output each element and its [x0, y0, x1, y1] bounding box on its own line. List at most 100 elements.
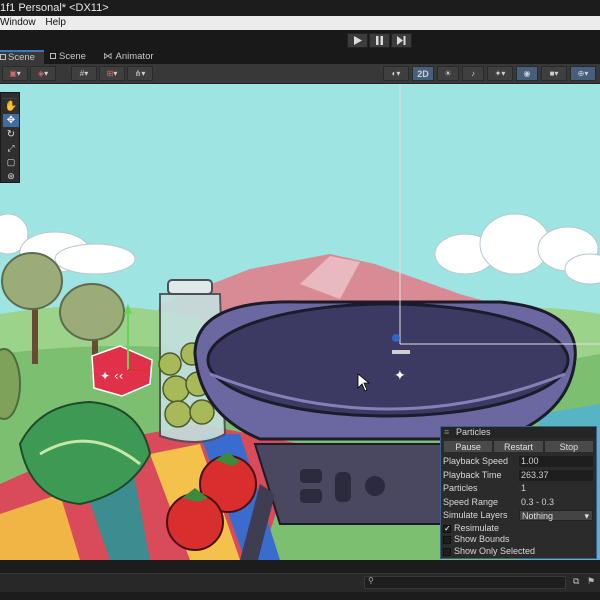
particles-count-value: 1 — [521, 483, 527, 493]
effects-icon: ✦ — [494, 69, 502, 78]
resimulate-checkbox[interactable]: ✓ — [443, 523, 451, 533]
search-icon: ⚲ — [368, 576, 374, 585]
transform-tool-button[interactable]: ⊛ — [3, 170, 19, 183]
play-button[interactable] — [347, 33, 368, 48]
tab-scene-active[interactable]: Scene — [0, 50, 44, 64]
particles-buttons: Pause Restart Stop — [443, 440, 594, 453]
play-controls-bar — [0, 30, 600, 50]
step-button[interactable] — [391, 33, 412, 48]
scene-toolbar: ▣ ▾ ◈ ▾ # ▾ ⊞ ▾ ⋔ ▾ ◐ ▾ 2D ☀ ♪ ✦ ▾ ◉ ■ ▾ ⊕ ▾ — [0, 64, 600, 84]
playback-speed-row: Playback Speed 1.00 — [441, 455, 596, 469]
pause-icon — [376, 36, 383, 45]
rect-tool-icon: ▢ — [6, 157, 16, 167]
draw-mode-dropdown[interactable]: ▣ ▾ — [2, 66, 28, 81]
chevron-down-icon: ▾ — [396, 69, 401, 78]
menu-help[interactable]: Help — [45, 16, 66, 30]
tool-palette: ✋ ✥ ↻ ⤢ ▢ ⊛ — [0, 92, 20, 183]
chevron-down-icon: ▾ — [501, 69, 506, 78]
project-toolbar: ⚲ ⧉ ⚑ — [0, 573, 600, 592]
rotate-tool-button[interactable]: ↻ — [3, 128, 19, 141]
audio-icon: ♪ — [471, 69, 475, 78]
chevron-down-icon: ▾ — [84, 69, 89, 78]
show-only-selected-label: Show Only Selected — [454, 545, 536, 556]
speed-range-value: 0.3 - 0.3 — [521, 496, 555, 507]
show-only-selected-row[interactable]: Show Only Selected — [441, 546, 596, 558]
align-icon: ⋔ — [134, 69, 142, 78]
light-icon: ☀ — [444, 69, 452, 78]
playback-time-field[interactable]: 263.37 — [519, 469, 593, 481]
svg-text:✦: ✦ — [394, 368, 406, 384]
particles-title-bar[interactable]: ≡ Particles — [441, 427, 596, 438]
resimulate-row[interactable]: ✓ Resimulate — [441, 523, 596, 535]
drag-handle-icon: ≡ — [444, 427, 450, 437]
chevron-down-icon: ▾ — [113, 69, 118, 78]
transform-tool-icon: ⊛ — [7, 171, 15, 181]
particles-title: Particles — [456, 427, 491, 437]
simulate-layers-label: Simulate Layers — [443, 510, 508, 520]
restart-particles-button[interactable]: Restart — [493, 440, 544, 453]
chevron-down-icon: ▾ — [44, 69, 49, 78]
play-icon — [354, 36, 362, 45]
scale-tool-icon: ⤢ — [7, 143, 15, 153]
simulate-layers-dropdown[interactable]: Nothing ▾ — [519, 510, 593, 521]
palette-grip[interactable] — [3, 93, 17, 99]
bottom-panel: ⚲ ⧉ ⚑ — [0, 560, 600, 600]
move-tool-icon: ✥ — [6, 115, 16, 126]
simulate-layers-row: Simulate Layers Nothing ▾ — [441, 509, 596, 523]
show-bounds-row[interactable]: Show Bounds — [441, 534, 596, 546]
speed-range-row: Speed Range 0.3 - 0.3 — [441, 496, 596, 510]
svg-text:✦ ‹‹: ✦ ‹‹ — [100, 369, 123, 383]
tab-animator[interactable]: ⋈ Animator — [103, 50, 163, 64]
asset-filter-icon[interactable]: ⧉ — [573, 576, 579, 587]
search-input[interactable]: ⚲ — [364, 576, 566, 589]
rotate-tool-icon: ↻ — [6, 129, 16, 140]
move-tool-button[interactable]: ✥ — [3, 114, 19, 127]
pause-particles-button[interactable]: Pause — [443, 440, 494, 453]
gizmos-dropdown[interactable]: ⊕ ▾ — [570, 66, 596, 81]
tab-scene[interactable]: Scene — [50, 50, 92, 64]
grid-icon — [50, 53, 56, 60]
hand-tool-button[interactable]: ✋ — [3, 100, 19, 113]
view-options-dropdown[interactable]: ◐ ▾ — [383, 66, 409, 81]
favorites-icon[interactable]: ⚑ — [587, 576, 595, 587]
hand-tool-icon: ✋ — [4, 101, 18, 112]
eye-off-icon: ◉ — [523, 69, 531, 78]
checkmark-icon: ✓ — [444, 523, 451, 533]
lighting-toggle[interactable]: ☀ — [437, 66, 459, 81]
particles-count-row: Particles 1 — [441, 482, 596, 496]
particles-overlay: ≡ Particles Pause Restart Stop Playback … — [440, 426, 597, 559]
gizmo-icon: ⊕ — [577, 69, 585, 78]
scale-tool-button[interactable]: ⤢ — [3, 142, 19, 155]
grid-snap-dropdown[interactable]: # ▾ — [71, 66, 97, 81]
window-title: 1f1 Personal* <DX11> — [0, 2, 109, 14]
chevron-down-icon: ▾ — [584, 69, 589, 78]
step-icon — [397, 36, 406, 45]
menu-bar: Window Help — [0, 16, 600, 30]
show-bounds-label: Show Bounds — [454, 534, 510, 544]
effects-dropdown[interactable]: ✦ ▾ — [487, 66, 513, 81]
show-only-selected-checkbox[interactable] — [443, 547, 451, 556]
playback-speed-label: Playback Speed — [443, 456, 509, 466]
audio-toggle[interactable]: ♪ — [462, 66, 484, 81]
pause-button[interactable] — [369, 33, 390, 48]
chevron-down-icon: ▾ — [584, 511, 589, 521]
snap-increment-dropdown[interactable]: ⊞ ▾ — [99, 66, 125, 81]
resimulate-label: Resimulate — [454, 522, 500, 533]
snap-settings-dropdown[interactable]: ⋔ ▾ — [127, 66, 153, 81]
shading-icon: ▣ — [9, 69, 17, 78]
menu-window[interactable]: Window — [0, 16, 36, 30]
playback-speed-field[interactable]: 1.00 — [519, 456, 593, 467]
playback-time-row: Playback Time 263.37 — [441, 469, 596, 483]
playback-time-label: Playback Time — [443, 469, 502, 480]
rect-tool-button[interactable]: ▢ — [3, 156, 19, 169]
grid-icon — [0, 54, 6, 61]
camera-dropdown[interactable]: ■ ▾ — [541, 66, 567, 81]
chevron-down-icon: ▾ — [141, 69, 146, 78]
stop-particles-button[interactable]: Stop — [543, 440, 594, 453]
visibility-toggle[interactable]: ◉ — [516, 66, 538, 81]
render-mode-dropdown[interactable]: ◈ ▾ — [30, 66, 56, 81]
window-title-bar: 1f1 Personal* <DX11> — [0, 0, 600, 16]
toggle-2d-button[interactable]: 2D — [412, 66, 434, 81]
show-bounds-checkbox[interactable] — [443, 536, 451, 544]
chevron-down-icon: ▾ — [554, 69, 559, 78]
